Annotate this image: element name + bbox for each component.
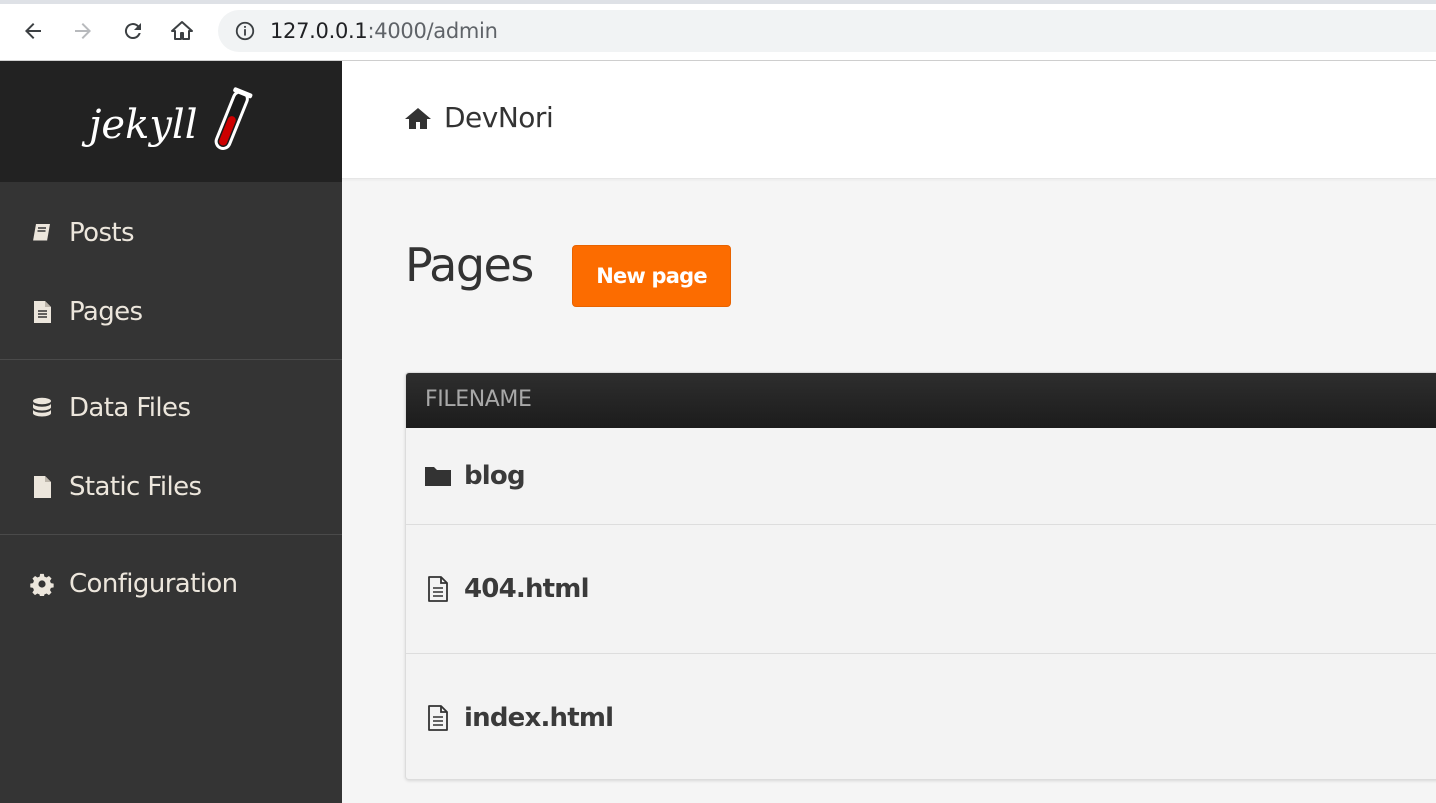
file-outline-icon <box>424 704 452 732</box>
jekyll-logo[interactable]: jekyll <box>0 61 342 182</box>
site-home-link[interactable]: DevNori <box>404 101 554 134</box>
file-icon <box>29 474 55 500</box>
url-text[interactable]: 127.0.0.1:4000/admin <box>270 19 498 43</box>
sidebar-item-label: Pages <box>69 297 143 327</box>
sidebar: jekyll Posts Pages Data Files Static Fil… <box>0 61 342 803</box>
top-header: DevNori <box>342 61 1436 179</box>
database-icon <box>29 395 55 421</box>
new-page-button[interactable]: New page <box>572 245 731 307</box>
page-title: Pages <box>405 238 534 292</box>
sidebar-item-posts[interactable]: Posts <box>0 205 342 261</box>
row-filename[interactable]: blog <box>464 461 526 491</box>
sidebar-item-pages[interactable]: Pages <box>0 284 342 340</box>
row-filename[interactable]: 404.html <box>464 574 590 604</box>
reload-icon <box>124 23 141 40</box>
file-text-icon <box>29 299 55 325</box>
table-row[interactable]: 404.html <box>406 525 1436 654</box>
reload-button[interactable] <box>118 16 148 46</box>
home-outline-icon <box>171 21 193 40</box>
arrow-left-icon <box>25 23 41 39</box>
sidebar-item-label: Static Files <box>69 472 202 502</box>
sidebar-item-configuration[interactable]: Configuration <box>0 556 342 612</box>
back-button[interactable] <box>18 16 48 46</box>
table-row[interactable]: blog <box>406 428 1436 525</box>
folder-icon <box>424 462 452 490</box>
book-icon <box>29 220 55 246</box>
sidebar-item-label: Configuration <box>69 569 238 599</box>
arrow-right-icon <box>75 23 91 39</box>
row-filename[interactable]: index.html <box>464 703 614 733</box>
url-path: :4000/admin <box>367 19 498 43</box>
pages-table: FILENAME blog 404.html index.html <box>405 372 1436 780</box>
gear-icon <box>29 571 55 597</box>
address-bar[interactable]: 127.0.0.1:4000/admin <box>218 10 1436 52</box>
logo-wordmark: jekyll <box>81 102 198 148</box>
home-icon <box>405 107 431 129</box>
sidebar-item-data-files[interactable]: Data Files <box>0 380 342 436</box>
info-icon[interactable] <box>234 20 256 42</box>
column-header-filename[interactable]: FILENAME <box>425 387 532 412</box>
table-row[interactable]: index.html <box>406 654 1436 779</box>
sidebar-divider <box>0 534 342 535</box>
forward-button[interactable] <box>68 16 98 46</box>
file-outline-icon <box>424 575 452 603</box>
home-button[interactable] <box>167 16 197 46</box>
browser-toolbar: 127.0.0.1:4000/admin <box>0 0 1436 61</box>
sidebar-item-static-files[interactable]: Static Files <box>0 459 342 515</box>
jekyll-logo-image: jekyll <box>81 86 253 150</box>
sidebar-item-label: Data Files <box>69 393 191 423</box>
sidebar-divider <box>0 359 342 360</box>
sidebar-item-label: Posts <box>69 218 135 248</box>
tab-strip-edge <box>0 0 1436 4</box>
url-host: 127.0.0.1 <box>270 19 368 43</box>
site-name: DevNori <box>444 101 554 134</box>
table-header: FILENAME <box>406 373 1436 428</box>
